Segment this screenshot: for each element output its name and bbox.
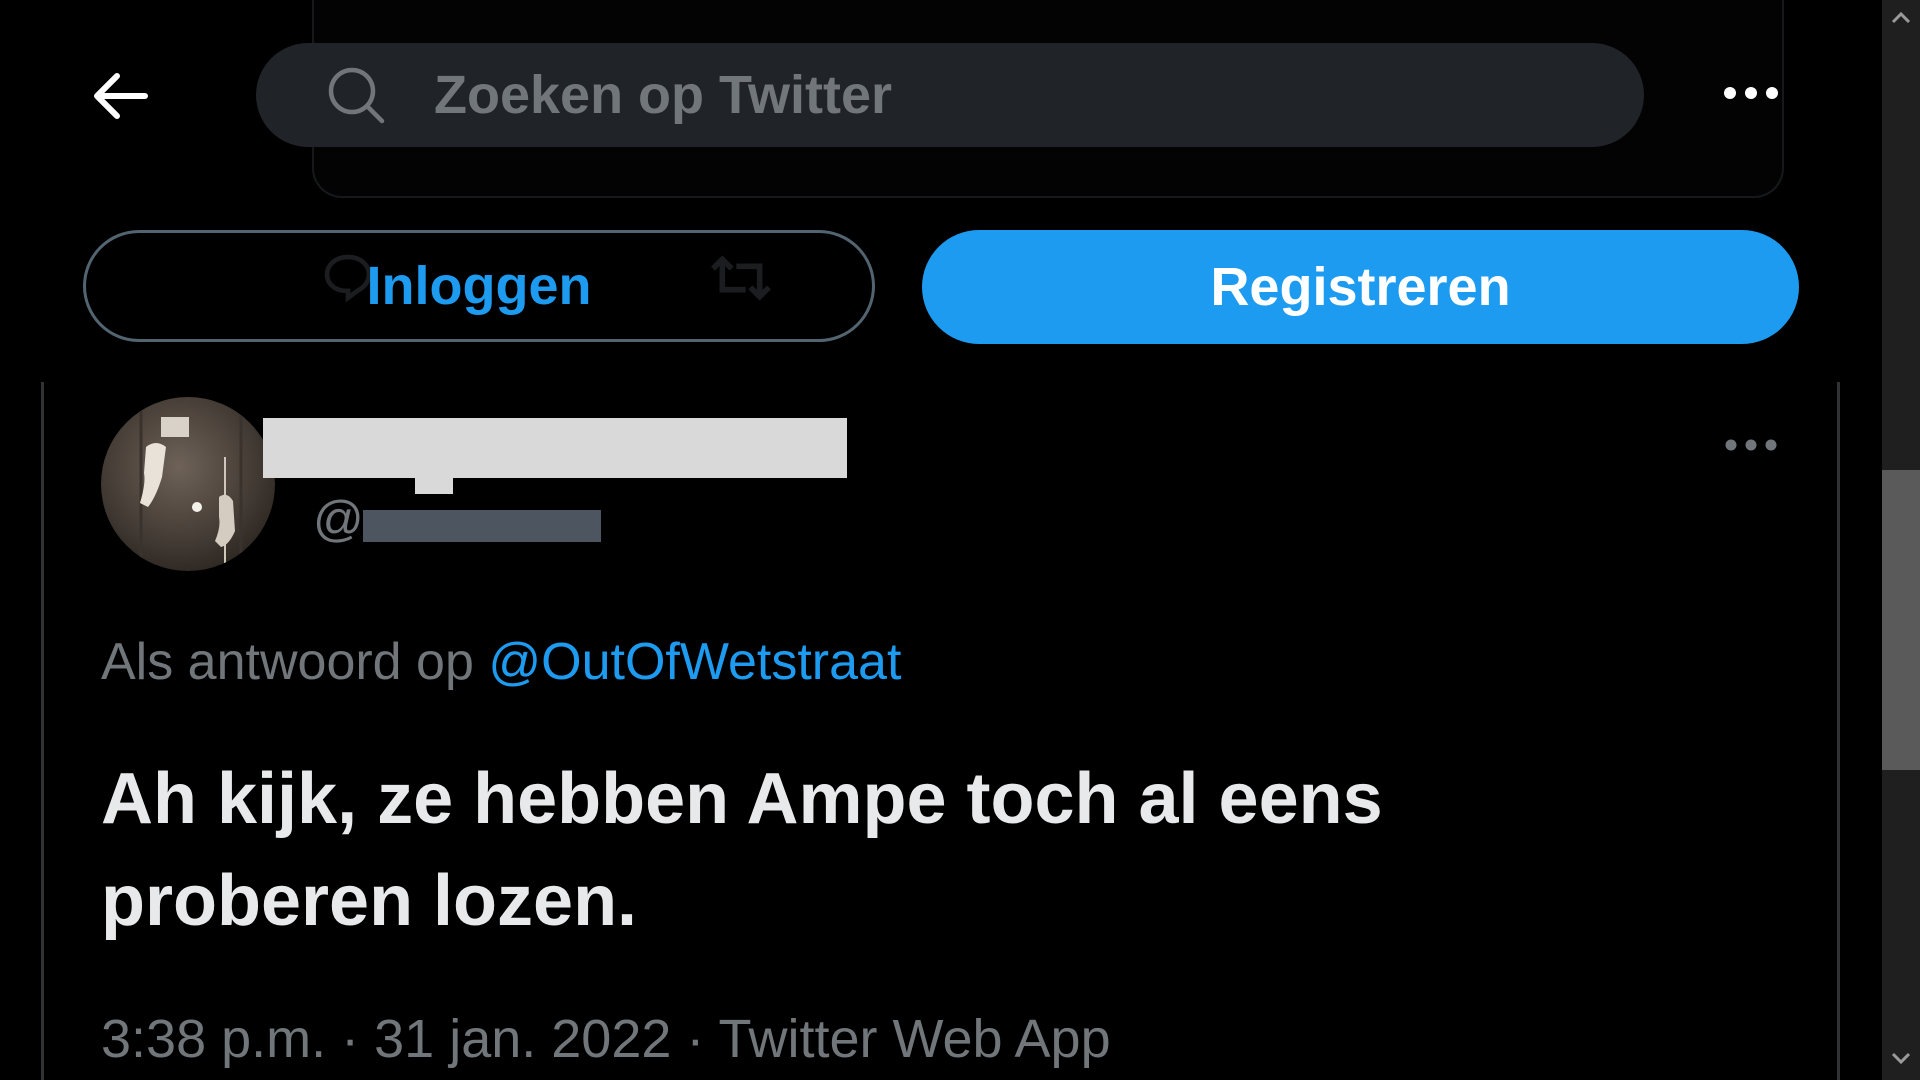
display-name-redacted-tab bbox=[415, 476, 453, 494]
separator: · bbox=[686, 1009, 705, 1069]
tweet-border-right bbox=[1837, 382, 1840, 1080]
tweet-source: Twitter Web App bbox=[718, 1009, 1111, 1069]
reply-prefix: Als antwoord op bbox=[101, 633, 474, 691]
chevron-up-icon bbox=[1891, 10, 1911, 29]
tweet-metadata: 3:38 p.m. · 31 jan. 2022 · Twitter Web A… bbox=[101, 1008, 1111, 1070]
tweet-border-left bbox=[41, 382, 44, 1080]
reply-handle-link[interactable]: @OutOfWetstraat bbox=[488, 633, 901, 691]
more-horizontal-icon bbox=[1723, 86, 1779, 105]
reply-context: Als antwoord op @OutOfWetstraat bbox=[101, 632, 901, 692]
tweet-time[interactable]: 3:38 p.m. bbox=[101, 1009, 326, 1069]
search-icon bbox=[326, 65, 386, 125]
scroll-down-button[interactable] bbox=[1882, 1042, 1920, 1080]
more-horizontal-icon bbox=[1725, 438, 1777, 456]
search-bar[interactable]: Zoeken op Twitter bbox=[256, 43, 1644, 147]
back-button[interactable] bbox=[80, 58, 160, 138]
handle-redacted bbox=[363, 510, 601, 542]
handle-at-sign: @ bbox=[313, 491, 364, 547]
chevron-down-icon bbox=[1891, 1052, 1911, 1071]
register-button[interactable]: Registreren bbox=[922, 230, 1799, 344]
separator: · bbox=[341, 1009, 360, 1069]
tweet-date[interactable]: 31 jan. 2022 bbox=[374, 1009, 671, 1069]
avatar[interactable] bbox=[101, 397, 275, 571]
more-options-button[interactable] bbox=[1706, 70, 1796, 120]
tweet-text: Ah kijk, ze hebben Ampe toch al eens pro… bbox=[101, 759, 1383, 941]
search-input[interactable]: Zoeken op Twitter bbox=[434, 64, 892, 126]
arrow-left-icon bbox=[91, 72, 149, 124]
login-button[interactable]: Inloggen bbox=[83, 230, 875, 342]
display-name-redacted bbox=[263, 418, 847, 478]
tweet-more-button[interactable] bbox=[1706, 422, 1796, 472]
scrollbar-thumb[interactable] bbox=[1882, 470, 1920, 770]
scroll-up-button[interactable] bbox=[1882, 0, 1920, 38]
